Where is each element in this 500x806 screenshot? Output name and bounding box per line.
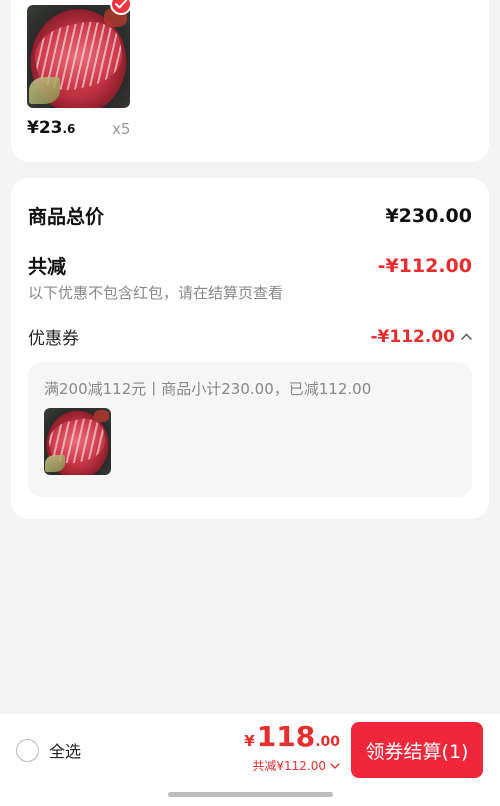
select-all-label: 全选: [49, 742, 82, 761]
coupon-detail-box: 满200减112元丨商品小计230.00，已减112.00: [28, 362, 472, 497]
coupon-product-image-garnish-top: [94, 410, 109, 423]
coupon-row[interactable]: 优惠券 -¥112.00: [28, 324, 472, 349]
select-all-checkbox[interactable]: [16, 738, 39, 762]
product-price: ¥23.6: [27, 118, 75, 138]
select-all-toggle[interactable]: 全选: [16, 738, 81, 762]
price-summary-card: 商品总价 ¥230.00 共减 -¥112.00 以下优惠不包含红包，请在结算页…: [11, 178, 489, 519]
discount-summary-text: 共减¥112.00: [252, 759, 326, 773]
chevron-down-icon: [330, 762, 340, 769]
coupon-value: -¥112.00: [370, 326, 456, 347]
discount-summary-toggle[interactable]: 共减¥112.00: [252, 757, 340, 774]
product-card: ¥23.6 x5: [11, 0, 489, 162]
discount-label: 共减: [28, 256, 67, 278]
discount-note: 以下优惠不包含红包，请在结算页查看: [28, 284, 284, 302]
total-price-value: ¥230.00: [385, 204, 472, 227]
total-price-label: 商品总价: [28, 206, 105, 228]
coupon-product-image-garnish: [45, 454, 66, 473]
checkout-total-price: ¥118.00: [244, 720, 340, 753]
product-price-decimal: .6: [62, 122, 76, 136]
product-quantity: x5: [112, 120, 131, 138]
coupon-description: 满200减112元丨商品小计230.00，已减112.00: [44, 380, 372, 398]
total-price-row: 商品总价 ¥230.00: [28, 202, 472, 229]
home-indicator: [168, 792, 333, 797]
product-image[interactable]: [27, 5, 130, 108]
coupon-value-group[interactable]: -¥112.00: [371, 327, 473, 347]
product-image-garnish: [29, 77, 60, 104]
coupon-label: 优惠券: [28, 329, 79, 349]
discount-value: -¥112.00: [377, 254, 472, 277]
chevron-up-icon[interactable]: [461, 333, 472, 340]
product-price-main: ¥23: [27, 118, 63, 138]
checkout-total-dec: .00: [315, 734, 340, 750]
checkout-button[interactable]: 领券结算(1): [351, 722, 483, 778]
checkout-currency: ¥: [244, 732, 255, 750]
coupon-product-image[interactable]: [44, 408, 111, 475]
discount-row: 共减 -¥112.00: [28, 252, 472, 279]
checkout-total-int: 118: [256, 720, 316, 753]
check-icon: [115, 0, 127, 9]
checkout-bar: 全选 ¥118.00 共减¥112.00 领券结算(1): [0, 714, 500, 806]
